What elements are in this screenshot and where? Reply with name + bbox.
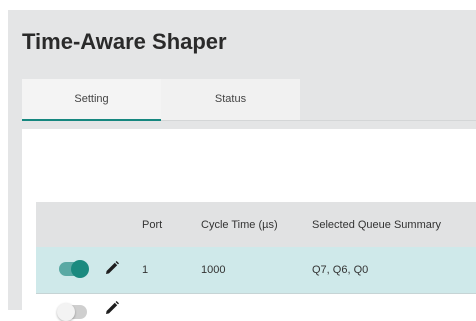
tab-divider xyxy=(161,120,476,121)
toggle-knob xyxy=(71,260,89,278)
tab-bar: Setting Status xyxy=(22,79,300,121)
enable-toggle[interactable] xyxy=(59,260,89,278)
page-title: Time-Aware Shaper xyxy=(22,29,227,54)
cell-port: 1 xyxy=(142,264,149,276)
tab-status[interactable]: Status xyxy=(161,79,300,121)
table-row xyxy=(36,294,476,321)
enable-toggle[interactable] xyxy=(57,303,87,321)
pencil-icon[interactable] xyxy=(104,300,120,316)
toggle-knob xyxy=(57,303,75,321)
cell-queue-summary: Q7, Q6, Q0 xyxy=(312,264,369,276)
column-header-port[interactable]: Port xyxy=(142,219,162,231)
column-header-queue-summary[interactable]: Selected Queue Summary xyxy=(312,219,441,231)
cell-cycle-time: 1000 xyxy=(201,264,226,276)
tab-setting[interactable]: Setting xyxy=(22,79,161,121)
column-header-cycle-time[interactable]: Cycle Time (µs) xyxy=(201,219,278,231)
table-header: Port Cycle Time (µs) Selected Queue Summ… xyxy=(36,202,476,247)
tas-table: Port Cycle Time (µs) Selected Queue Summ… xyxy=(36,202,476,321)
pencil-icon[interactable] xyxy=(104,260,120,276)
table-row: 1 1000 Q7, Q6, Q0 xyxy=(36,247,476,294)
